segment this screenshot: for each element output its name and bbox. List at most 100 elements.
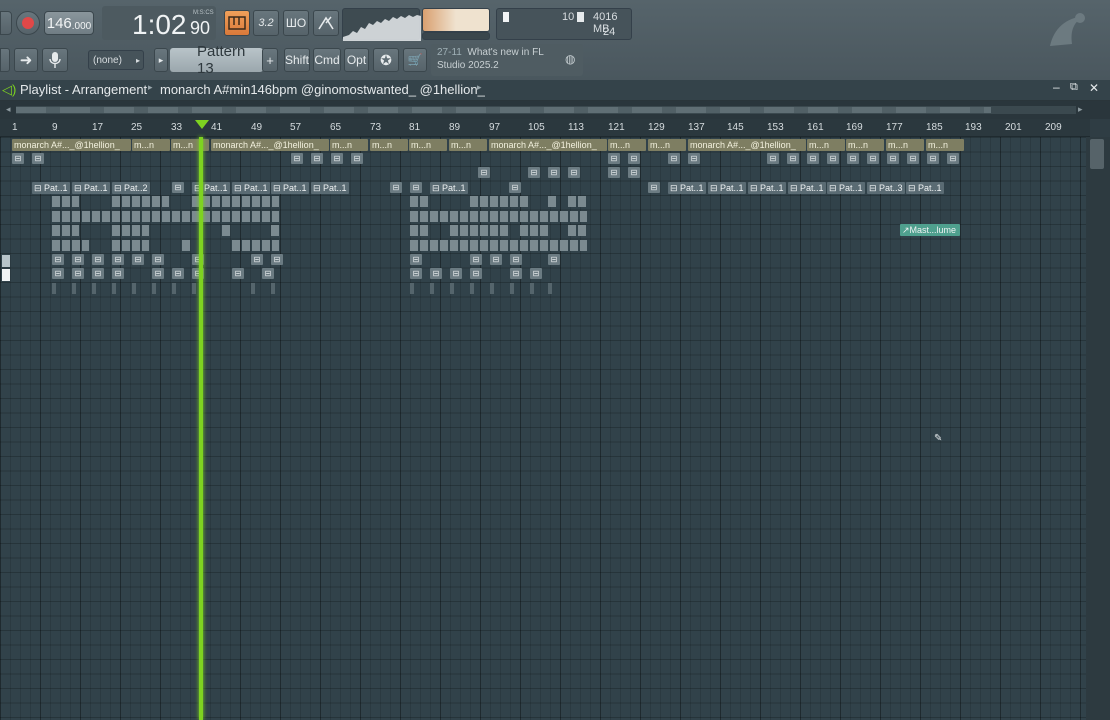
pattern-clip[interactable]: ⊟ xyxy=(172,268,184,279)
pattern-clip-group[interactable] xyxy=(568,196,586,207)
pattern-clip[interactable]: ⊟ xyxy=(887,153,899,164)
pattern-clip[interactable]: ⊟ xyxy=(548,254,560,265)
pattern-clip[interactable]: ⊟ xyxy=(351,153,363,164)
pattern-clip[interactable]: ⊟ xyxy=(410,268,422,279)
arrow-button[interactable]: ➜ xyxy=(14,48,38,72)
audio-clip[interactable]: m...n xyxy=(171,139,209,151)
pitch-slider[interactable] xyxy=(422,32,490,40)
audio-clip[interactable]: m...n xyxy=(132,139,170,151)
pattern-clip[interactable] xyxy=(271,283,275,294)
pattern-clip-group[interactable] xyxy=(52,196,79,207)
pattern-clip-group[interactable] xyxy=(52,240,89,251)
pattern-clip[interactable]: ⊟ xyxy=(947,153,959,164)
pattern-clip[interactable] xyxy=(470,283,474,294)
typing-keyboard-button[interactable] xyxy=(224,10,250,36)
audio-clip[interactable]: monarch A#..._@1hellion_ xyxy=(489,139,607,151)
audio-clip[interactable]: monarch A#..._@1hellion_ xyxy=(688,139,806,151)
pattern-clip[interactable]: ⊟ xyxy=(927,153,939,164)
snap-button[interactable]: 3.2 xyxy=(253,10,279,36)
pattern-clip[interactable]: ⊟ xyxy=(628,153,640,164)
pattern-clip[interactable]: ⊟ xyxy=(568,167,580,178)
pattern-clip[interactable]: ⊟ Pat..1 xyxy=(668,182,706,194)
pattern-clip[interactable]: ⊟ Pat..1 xyxy=(906,182,944,194)
audio-clip[interactable]: m...n xyxy=(370,139,408,151)
track-select-marker[interactable] xyxy=(2,269,10,281)
pattern-clip[interactable]: ⊟ Pat..2 xyxy=(112,182,150,194)
pattern-clip[interactable] xyxy=(192,283,196,294)
stop-button[interactable] xyxy=(0,11,12,35)
audio-clip[interactable]: m...n xyxy=(886,139,924,151)
pattern-clip[interactable]: ⊟ xyxy=(72,254,84,265)
audio-clip[interactable]: m...n xyxy=(926,139,964,151)
pattern-clip[interactable]: ⊟ xyxy=(668,153,680,164)
scroll-right-icon[interactable]: ▸ xyxy=(1078,104,1083,115)
pattern-clip[interactable]: ⊟ xyxy=(470,254,482,265)
add-pattern-button[interactable]: + xyxy=(262,48,278,72)
pattern-clip[interactable]: ⊟ xyxy=(827,153,839,164)
pattern-clip[interactable]: ⊟ xyxy=(92,268,104,279)
pattern-clip[interactable]: ⊟ xyxy=(410,182,422,193)
pattern-clip-group[interactable] xyxy=(410,225,428,236)
pattern-clip[interactable]: ⊟ xyxy=(510,254,522,265)
audio-clip[interactable]: m...n xyxy=(846,139,884,151)
vertical-scrollbar[interactable] xyxy=(1086,137,1110,720)
pattern-clip[interactable]: ⊟ Pat..1 xyxy=(788,182,826,194)
microphone-button[interactable] xyxy=(42,48,68,72)
overview-scrollbar[interactable]: ◂ ▸ xyxy=(0,101,1110,119)
wait-input-button[interactable]: ШΟ xyxy=(283,10,309,36)
pattern-clip[interactable]: ⊟ xyxy=(251,254,263,265)
pattern-clip[interactable]: ⊟ xyxy=(478,167,490,178)
pattern-clip[interactable]: ⊟ xyxy=(390,182,402,193)
arrangement-name[interactable]: monarch A#min146bpm @ginomostwanted_ @1h… xyxy=(160,82,485,97)
pattern-prev-button[interactable]: ▸ xyxy=(154,48,168,72)
pattern-clip[interactable]: ⊟ Pat..1 xyxy=(72,182,110,194)
pattern-clip[interactable]: ⊟ Pat..3 xyxy=(867,182,905,194)
pattern-clip-group[interactable] xyxy=(520,225,548,236)
audio-clip[interactable]: m...n xyxy=(449,139,487,151)
pattern-clip[interactable]: ⊟ xyxy=(311,153,323,164)
pattern-clip[interactable]: ⊟ xyxy=(470,268,482,279)
pattern-clip[interactable] xyxy=(92,283,96,294)
pattern-clip[interactable]: ⊟ xyxy=(628,167,640,178)
pattern-clip[interactable]: ⊟ xyxy=(450,268,462,279)
pattern-clip[interactable] xyxy=(430,283,434,294)
pattern-clip[interactable]: ⊟ Pat..1 xyxy=(430,182,468,194)
audio-clip[interactable]: monarch A#..._@1hellion_ xyxy=(12,139,131,151)
pattern-clip[interactable]: ⊟ Pat..1 xyxy=(748,182,786,194)
pattern-clip[interactable]: ⊟ xyxy=(152,254,164,265)
pattern-clip[interactable] xyxy=(251,283,255,294)
vertical-scroll-thumb[interactable] xyxy=(1090,139,1104,169)
pattern-clip[interactable]: ⊟ xyxy=(112,254,124,265)
pattern-clip[interactable]: ⊟ Pat..1 xyxy=(311,182,349,194)
pattern-clip[interactable] xyxy=(271,225,279,236)
track-select-marker[interactable] xyxy=(2,255,10,267)
pattern-clip[interactable] xyxy=(152,283,156,294)
pattern-clip[interactable]: ⊟ Pat..1 xyxy=(271,182,309,194)
pattern-clip[interactable] xyxy=(548,196,556,207)
pattern-clip[interactable]: ⊟ xyxy=(807,153,819,164)
playhead-line[interactable] xyxy=(199,137,203,720)
pattern-clip[interactable]: ⊟ xyxy=(172,182,184,193)
pattern-clip[interactable]: ⊟ xyxy=(271,254,283,265)
pattern-clip[interactable]: ⊟ xyxy=(530,268,542,279)
audio-clip[interactable]: m...n xyxy=(807,139,845,151)
pattern-clip[interactable]: ⊟ xyxy=(490,254,502,265)
news-panel[interactable]: 27-11 What's new in FL Studio 2025.2 ◍ xyxy=(431,44,583,76)
pattern-clip[interactable]: ⊟ xyxy=(291,153,303,164)
pattern-clip[interactable]: ⊟ xyxy=(132,254,144,265)
audio-clip[interactable]: monarch A#..._@1hellion_ xyxy=(211,139,329,151)
pattern-clip[interactable]: ⊟ xyxy=(548,167,560,178)
opt-button[interactable]: Opt xyxy=(344,48,369,72)
pattern-clip[interactable]: ⊟ xyxy=(12,153,24,164)
pattern-clip[interactable]: ⊟ xyxy=(52,254,64,265)
pattern-clip-group[interactable] xyxy=(52,225,79,236)
pattern-clip[interactable]: ⊟ xyxy=(92,254,104,265)
pattern-clip[interactable]: ⊟ xyxy=(608,167,620,178)
automation-clip[interactable]: ↗Mast...lume xyxy=(900,224,960,236)
pattern-clip-group[interactable] xyxy=(470,196,528,207)
pattern-clip[interactable]: ⊟ xyxy=(787,153,799,164)
close-icon[interactable]: ✕ xyxy=(1089,81,1099,95)
pattern-clip[interactable]: ⊟ Pat..1 xyxy=(32,182,70,194)
pattern-clip-group[interactable] xyxy=(410,240,587,251)
pattern-clip[interactable]: ⊟ xyxy=(410,254,422,265)
